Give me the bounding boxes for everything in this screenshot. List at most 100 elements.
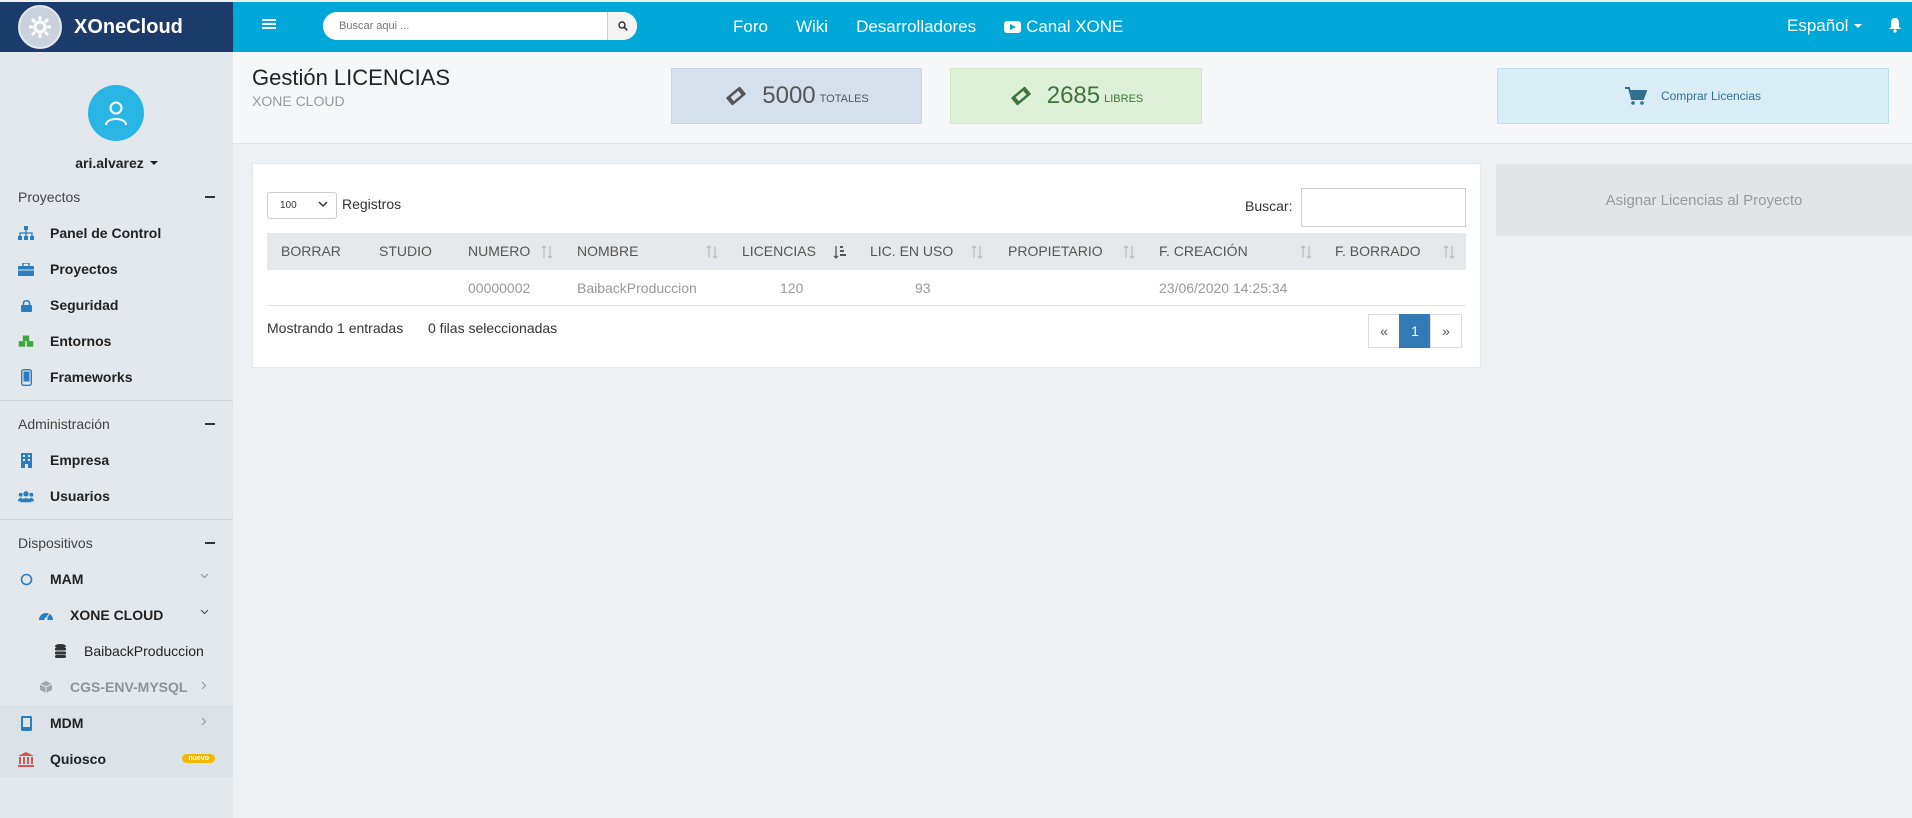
sort-icon[interactable] [706,245,718,259]
sidebar-item-quiosco[interactable]: Quiosco nuevo [0,741,233,777]
caret-down-icon [1854,24,1863,28]
collapse-icon[interactable] [205,196,215,198]
section-administracion[interactable]: Administración [0,406,233,442]
sidebar-item-frameworks[interactable]: Frameworks [0,359,233,395]
briefcase-icon [18,261,34,277]
bank-icon [18,751,34,767]
caret-down-icon [149,161,158,165]
cubes-icon [18,333,34,349]
cell-lic-en-uso: 93 [915,280,931,296]
ticket-icon [726,86,746,106]
stat-total-licenses: 5000 TOTALES [671,68,922,124]
column-header-f-creacion[interactable]: F. CREACIÓN [1159,233,1248,270]
sidebar-item-label: Proyectos [50,261,118,277]
stat-free-value: 2685 [1046,82,1101,109]
sort-icon[interactable] [1443,245,1455,259]
tablet-icon [18,715,34,731]
column-header-licencias[interactable]: LICENCIAS [742,233,816,270]
bell-icon[interactable] [1888,17,1902,33]
user-panel: ari.alvarez [0,52,233,179]
stat-total-label: TOTALES [819,93,869,105]
sidebar-item-label: Seguridad [50,297,119,313]
column-header-nombre[interactable]: NOMBRE [577,233,638,270]
column-header-numero[interactable]: NUMERO [468,233,530,270]
sidebar-item-proyectos[interactable]: Proyectos [0,251,233,287]
section-title: Administración [18,416,110,432]
nav-link-wiki[interactable]: Wiki [796,17,828,37]
sidebar-item-label: MDM [50,715,84,731]
buy-licenses-button[interactable]: Comprar Licencias [1497,68,1889,124]
page-length-label: Registros [342,196,402,212]
top-bar: XOneCloud Foro Wiki Desarrolladores Cana… [0,2,1912,52]
column-header-propietario[interactable]: PROPIETARIO [1008,233,1103,270]
sort-icon[interactable] [971,245,983,259]
search-icon [617,21,628,31]
new-badge: nuevo [182,754,215,763]
assign-licenses-button[interactable]: Asignar Licencias al Proyecto [1496,164,1912,236]
username: ari.alvarez [75,155,144,171]
sidebar-item-panel-de-control[interactable]: Panel de Control [0,215,233,251]
divider [0,400,233,401]
page-length-value: 100 [280,200,297,211]
sidebar-item-xone-cloud[interactable]: XONE CLOUD [0,597,233,633]
database-icon [52,643,68,659]
sidebar-item-empresa[interactable]: Empresa [0,442,233,478]
circle-icon [18,571,34,587]
divider [0,519,233,520]
sidebar-item-label: Usuarios [50,488,110,504]
users-icon [18,488,34,504]
cell-nombre: BaibackProduccion [577,280,697,296]
pagination-next[interactable]: » [1430,314,1462,348]
column-header-f-borrado[interactable]: F. BORRADO [1335,233,1421,270]
pagination-page-1[interactable]: 1 [1399,314,1431,348]
sidebar-item-label: Panel de Control [50,225,162,241]
sidebar-item-mdm[interactable]: MDM [0,705,233,741]
menu-toggle-icon[interactable] [262,19,276,31]
collapse-icon[interactable] [205,542,215,544]
chevron-right-icon [201,717,207,726]
user-menu[interactable]: ari.alvarez [0,155,233,171]
page-subtitle: XONE CLOUD [252,93,345,109]
cart-icon [1624,87,1647,105]
sort-amount-icon[interactable] [833,245,847,259]
nav-link-desarrolladores[interactable]: Desarrolladores [856,17,976,37]
table-row[interactable]: 00000002 BaibackProduccion 120 93 23/06/… [267,270,1466,306]
cell-f-creacion: 23/06/2020 14:25:34 [1159,280,1288,296]
sidebar-item-usuarios[interactable]: Usuarios [0,478,233,514]
sitemap-icon [18,225,34,241]
search-input[interactable] [323,12,607,40]
stat-free-label: LIBRES [1104,93,1144,105]
nav-link-canal-xone[interactable]: Canal XONE [1004,17,1123,37]
cell-licencias: 120 [780,280,804,296]
avatar[interactable] [88,85,144,141]
sidebar-item-entornos[interactable]: Entornos [0,323,233,359]
search-button[interactable] [607,12,637,40]
section-dispositivos[interactable]: Dispositivos [0,525,233,561]
sort-icon[interactable] [1300,245,1312,259]
sidebar-item-baibackproduccion[interactable]: BaibackProduccion [0,633,233,669]
pagination-prev[interactable]: « [1368,314,1400,348]
nav-link-foro[interactable]: Foro [733,17,768,37]
page-length-select[interactable]: 100 [267,192,337,219]
language-selector[interactable]: Español [1787,16,1863,36]
table-header: BORRAR STUDIO NUMERO NOMBRE LICENCIAS LI… [267,233,1466,270]
column-header-borrar: BORRAR [281,243,341,259]
sidebar-item-seguridad[interactable]: Seguridad [0,287,233,323]
logo-icon [18,5,62,49]
sidebar-item-label: XONE CLOUD [70,607,164,623]
sidebar-item-label: CGS-ENV-MYSQL [70,679,188,695]
chevron-down-icon [200,573,209,579]
mobile-icon [18,368,34,386]
sidebar-item-cgs-env-mysql[interactable]: CGS-ENV-MYSQL [0,669,233,705]
page-title: Gestión LICENCIAS [252,65,451,90]
sidebar-item-mam[interactable]: MAM [0,561,233,597]
sort-icon[interactable] [541,245,553,259]
collapse-icon[interactable] [205,423,215,425]
column-header-lic-en-uso[interactable]: LIC. EN USO [870,233,953,270]
table-search-input[interactable] [1301,188,1466,227]
sidebar-item-label: Quiosco [50,751,107,767]
sidebar-item-label: Empresa [50,452,110,468]
brand[interactable]: XOneCloud [0,2,233,52]
sort-icon[interactable] [1123,245,1135,259]
section-proyectos[interactable]: Proyectos [0,179,233,215]
